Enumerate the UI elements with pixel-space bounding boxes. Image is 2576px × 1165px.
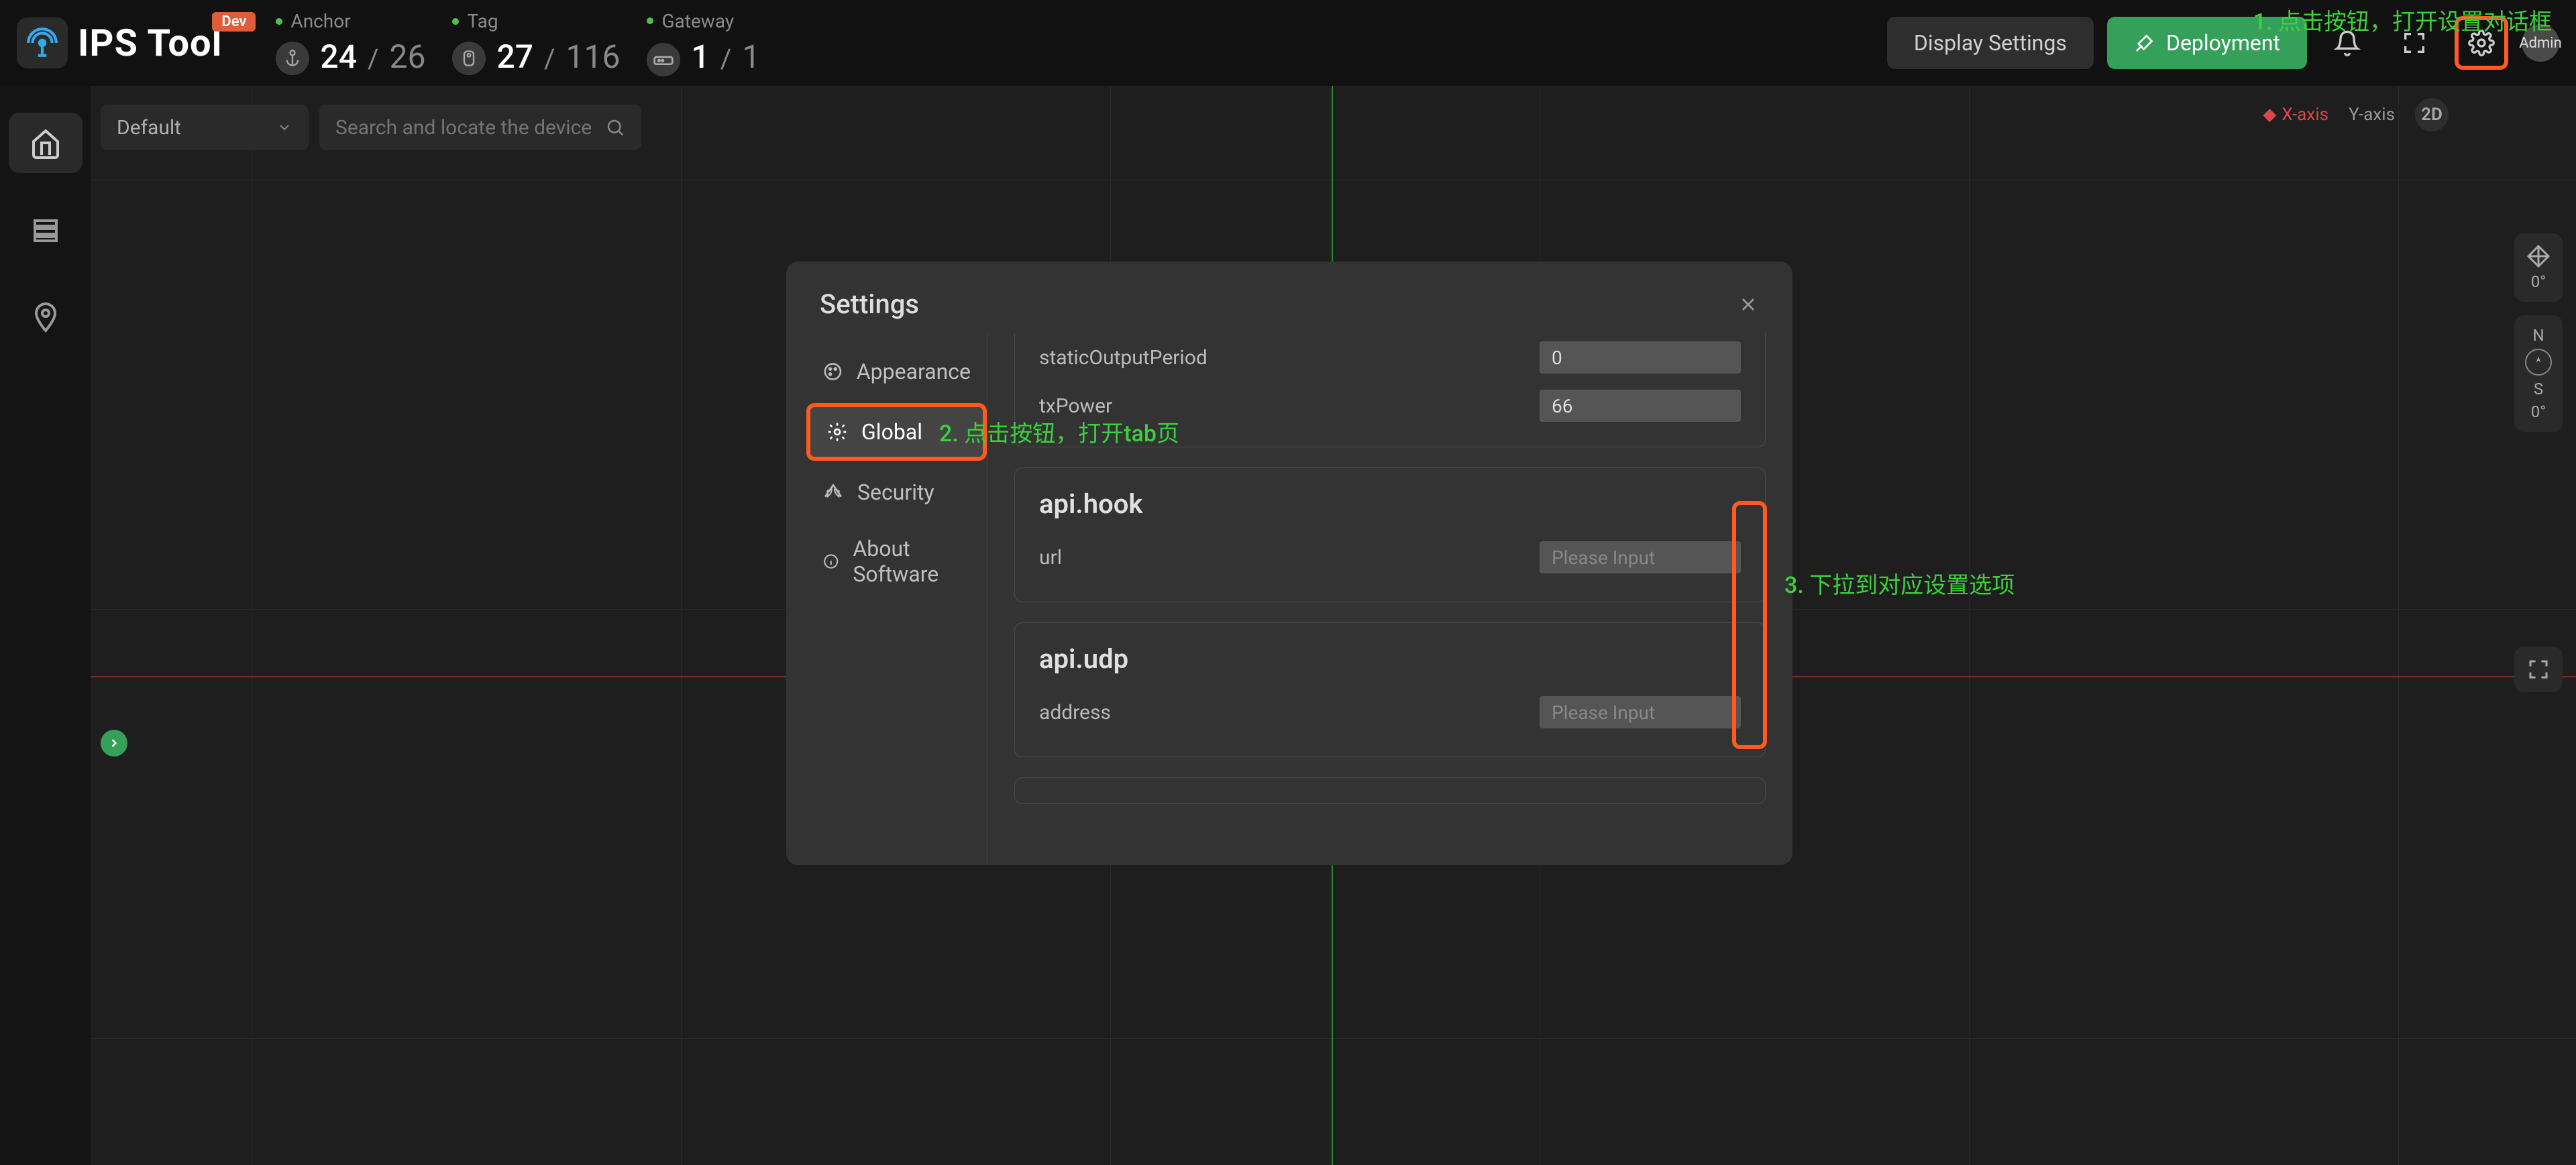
stat-total: 116 [566,38,621,76]
compass-deg: 0° [2531,402,2546,421]
sidebar-item-security[interactable]: Security [806,467,987,517]
nav-home[interactable] [9,113,83,173]
group-select[interactable]: Default [101,105,309,150]
search-input-wrap [319,105,641,150]
input-api-hook-url[interactable] [1540,541,1741,573]
input-staticoutputperiod[interactable] [1540,341,1741,374]
field-label-address: address [1039,701,1111,724]
compass-icon [2525,349,2552,376]
field-label-txpower: txPower [1039,394,1112,418]
rotate-tool[interactable]: 0° [2514,233,2563,302]
sidebar-item-about[interactable]: About Software [806,524,987,599]
x-axis-label: ◆ X-axis [2263,105,2328,125]
sidebar-item-label: Appearance [857,359,971,384]
topbar: IPS Tool Dev Anchor 24 / 26 Tag 27 / 116 [0,0,2576,86]
status-dot-icon [647,17,653,24]
list-icon [30,214,62,246]
move-icon [2526,244,2551,268]
stat-anchor: Anchor 24 / 26 [276,10,425,76]
compass-n: N [2532,326,2544,345]
section-api-udp: api.udp address [1014,622,1766,757]
section-api-hook: api.hook url [1014,467,1766,602]
group-select-value: Default [117,116,181,140]
gear-icon [826,421,848,443]
section-title: api.udp [1039,643,1741,675]
device-stats: Anchor 24 / 26 Tag 27 / 116 Gateway 1 [276,10,767,76]
sidebar-item-label: Security [857,480,934,505]
left-nav [0,86,91,1165]
stat-total: 26 [390,38,426,76]
section-title: api.hook [1039,488,1741,520]
rotation-value: 0° [2531,272,2546,291]
app-logo-icon [17,17,68,68]
nav-list[interactable] [9,200,83,260]
status-dot-icon [452,18,459,25]
stat-label-text: Tag [467,10,498,32]
chevron-right-icon [107,736,121,750]
home-icon [30,127,62,159]
section-next-peek [1014,777,1766,804]
map-toolbar: Default [101,105,641,150]
input-txpower[interactable] [1540,390,1741,422]
view-mode-toggle[interactable]: 2D [2415,98,2449,131]
tag-icon [452,42,486,75]
stat-label-text: Gateway [661,10,734,32]
field-label-staticoutputperiod: staticOutputPeriod [1039,346,1208,370]
sidebar-item-appearance[interactable]: Appearance [806,347,987,396]
stat-sep: / [720,43,732,74]
gateway-icon [647,43,680,76]
shield-icon [822,482,844,503]
modal-close-button[interactable] [1737,294,1759,315]
panel-expand-button[interactable] [101,730,127,757]
modal-header: Settings [786,262,1792,333]
stat-gateway: Gateway 1 / 1 [647,10,767,76]
stat-online: 27 [496,38,533,76]
stat-online: 1 [691,38,709,76]
sidebar-item-label: Global [861,419,922,445]
stat-total: 1 [742,38,760,76]
annotation-1: 1. 点击按钮，打开设置对话框 [2253,7,2552,39]
modal-title: Settings [820,288,919,320]
app-title: IPS Tool [78,21,222,65]
map-tools: 0° N S 0° [2514,233,2563,692]
display-settings-button[interactable]: Display Settings [1887,17,2094,69]
sidebar-item-label: About Software [853,536,971,587]
modal-sidebar: Appearance Global Security About Softwar… [786,333,987,865]
compass-s: S [2534,380,2543,398]
nav-map[interactable] [9,287,83,347]
stat-sep: / [368,43,379,74]
fullscreen-map-button[interactable] [2514,647,2563,692]
field-label-url: url [1039,546,1062,569]
status-dot-icon [276,18,282,25]
settings-modal: Settings Appearance Global Security Abou… [786,262,1792,865]
search-input[interactable] [335,116,605,140]
stat-label-text: Anchor [290,10,350,32]
annotation-2: 2. 点击按钮，打开tab页 [939,419,1179,451]
modal-content: staticOutputPeriod txPower api.hook url … [987,333,1792,865]
info-icon [822,551,839,572]
search-icon [605,117,625,137]
stat-sep: / [544,43,555,74]
compass-tool[interactable]: N S 0° [2514,315,2563,432]
stat-tag: Tag 27 / 116 [452,10,620,76]
y-axis-label: Y-axis [2349,105,2395,125]
anchor-icon [276,42,309,75]
input-api-udp-address[interactable] [1540,696,1741,728]
expand-icon [2526,657,2551,681]
chevron-down-icon [276,119,292,135]
annotation-3: 3. 下拉到对应设置选项 [1784,570,2015,602]
logo: IPS Tool Dev [17,17,222,68]
axis-labels: ◆ X-axis Y-axis 2D [2263,98,2449,131]
stat-online: 24 [320,38,357,76]
deploy-icon [2134,32,2155,54]
scrollbar-highlight[interactable] [1732,501,1767,749]
dev-badge: Dev [212,12,256,32]
location-icon [30,301,62,333]
palette-icon [822,361,843,382]
close-icon [1737,294,1759,315]
